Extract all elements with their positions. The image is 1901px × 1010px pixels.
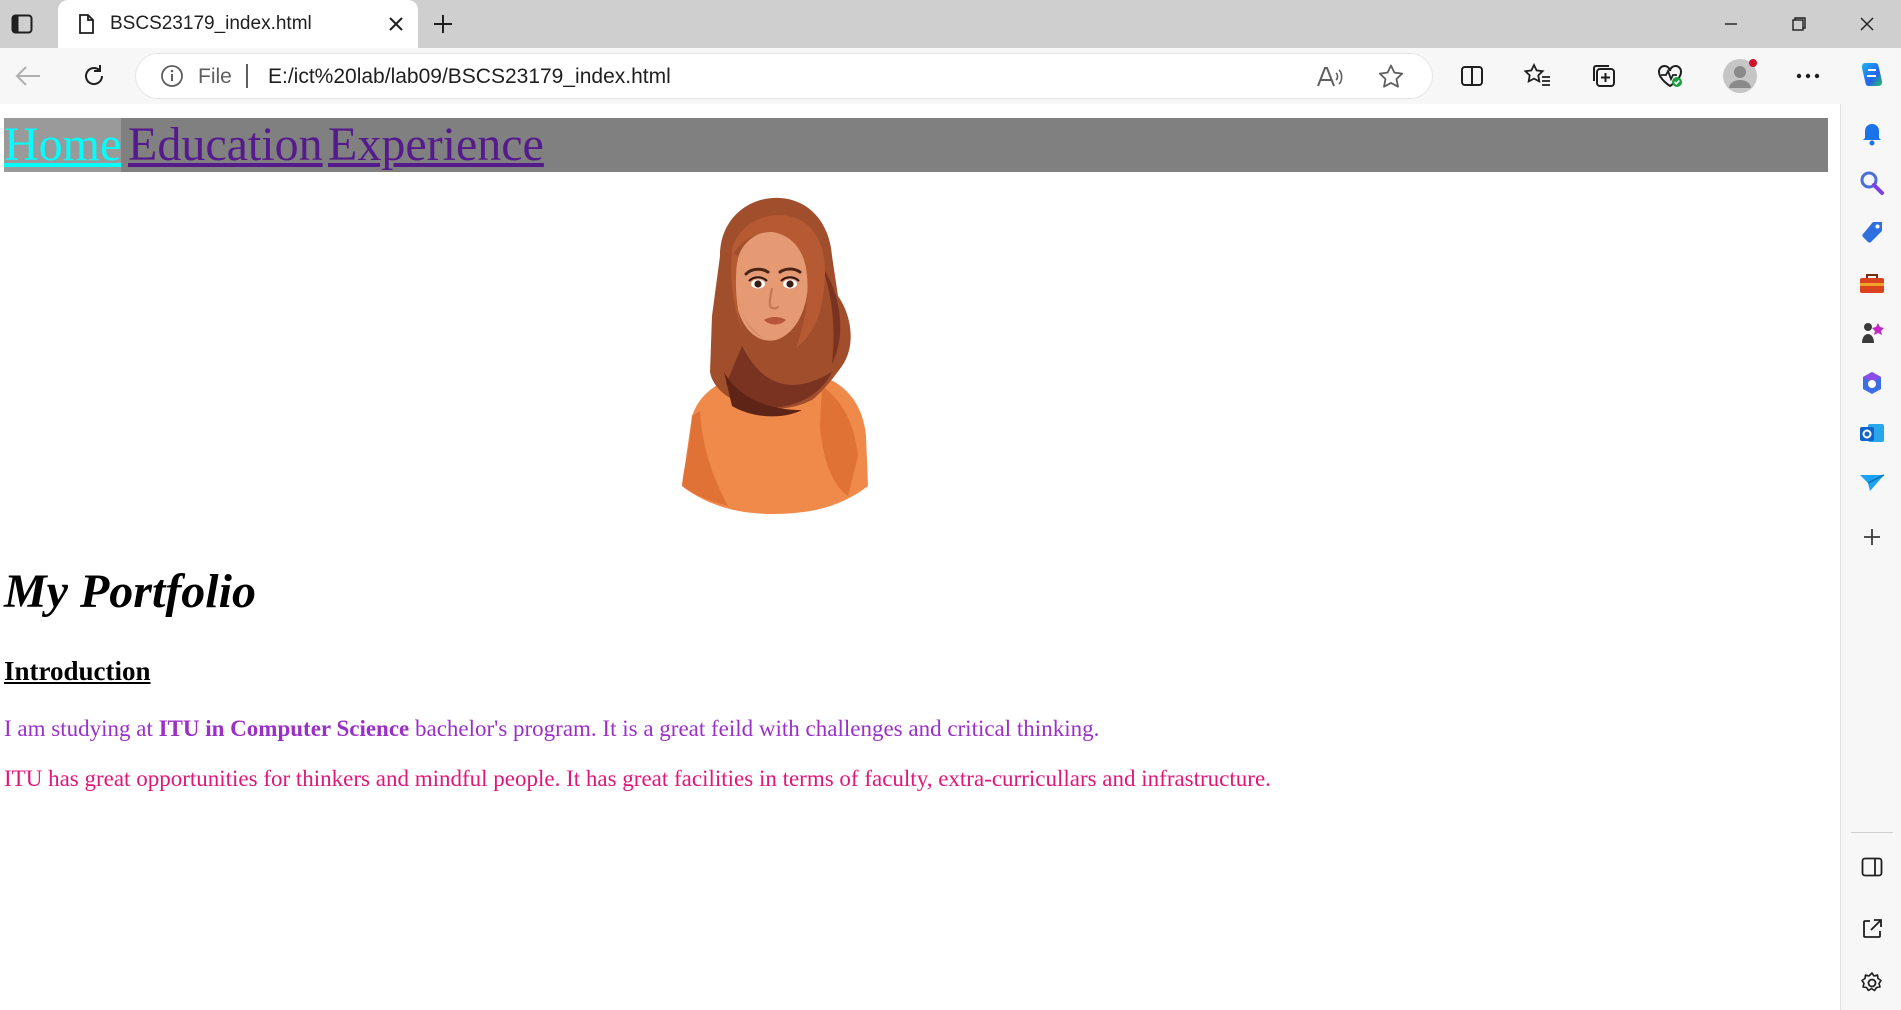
copilot-icon[interactable] xyxy=(1854,58,1890,94)
restore-icon[interactable] xyxy=(1765,0,1833,48)
tab-actions-icon[interactable] xyxy=(6,10,38,38)
omnibox-divider xyxy=(246,64,248,88)
settings-gear-icon[interactable] xyxy=(1853,964,1891,1002)
add-icon[interactable] xyxy=(1853,518,1891,556)
scheme-label: File xyxy=(198,65,232,88)
send-icon[interactable] xyxy=(1853,464,1891,502)
url-text[interactable]: E:/ict%20lab/lab09/BSCS23179_index.html xyxy=(268,65,671,89)
search-icon[interactable] xyxy=(1853,164,1891,202)
nav-link-education[interactable]: Education xyxy=(128,118,323,172)
address-bar[interactable]: File E:/ict%20lab/lab09/BSCS23179_index.… xyxy=(136,54,1432,98)
close-icon[interactable] xyxy=(384,12,408,36)
profile-illustration xyxy=(672,196,872,516)
bell-icon[interactable] xyxy=(1853,114,1891,152)
star-icon[interactable] xyxy=(1376,62,1406,92)
tab-title: BSCS23179_index.html xyxy=(110,13,312,34)
office-icon[interactable] xyxy=(1853,364,1891,402)
tab-strip: BSCS23179_index.html xyxy=(0,0,1901,48)
info-icon[interactable] xyxy=(160,64,184,88)
page-content: Home Education Experience My Portfolio I… xyxy=(0,104,1840,1010)
site-navbar: Home Education Experience xyxy=(4,118,1828,172)
plus-icon[interactable] xyxy=(428,10,458,38)
read-aloud-icon[interactable] xyxy=(1314,62,1344,92)
toolbox-icon[interactable] xyxy=(1853,264,1891,302)
sidebar-panel-icon[interactable] xyxy=(1853,848,1891,886)
intro-paragraph-2: ITU has great opportunities for thinkers… xyxy=(4,766,1271,791)
para1-text-after: bachelor's program. It is a great feild … xyxy=(409,716,1100,741)
page-icon xyxy=(74,12,98,36)
page-title: My Portfolio xyxy=(4,565,256,618)
para1-bold-text: ITU in Computer Science xyxy=(158,716,410,741)
outlook-icon[interactable] xyxy=(1853,414,1891,452)
refresh-icon[interactable] xyxy=(76,58,112,94)
nav-link-experience[interactable]: Experience xyxy=(328,118,544,172)
para1-text-before: I am studying at xyxy=(4,716,159,741)
favorites-icon[interactable] xyxy=(1520,58,1556,94)
external-link-icon[interactable] xyxy=(1853,910,1891,948)
window-close-icon[interactable] xyxy=(1833,0,1901,48)
intro-paragraph-1: I am studying at ITU in Computer Science… xyxy=(4,716,1099,742)
split-screen-icon[interactable] xyxy=(1454,58,1490,94)
collections-icon[interactable] xyxy=(1586,58,1622,94)
section-heading-introduction: Introduction xyxy=(4,656,151,686)
active-tab[interactable]: BSCS23179_index.html xyxy=(58,0,418,48)
edge-sidebar xyxy=(1840,104,1901,1010)
games-icon[interactable] xyxy=(1853,314,1891,352)
heart-pulse-icon[interactable] xyxy=(1652,58,1688,94)
nav-link-home[interactable]: Home xyxy=(4,118,122,172)
avatar-icon[interactable] xyxy=(1722,58,1758,94)
shopping-tag-icon[interactable] xyxy=(1853,214,1891,252)
sidebar-divider xyxy=(1851,832,1893,833)
minimize-icon[interactable] xyxy=(1697,0,1765,48)
more-icon[interactable] xyxy=(1790,58,1826,94)
back-arrow-icon[interactable] xyxy=(10,58,46,94)
